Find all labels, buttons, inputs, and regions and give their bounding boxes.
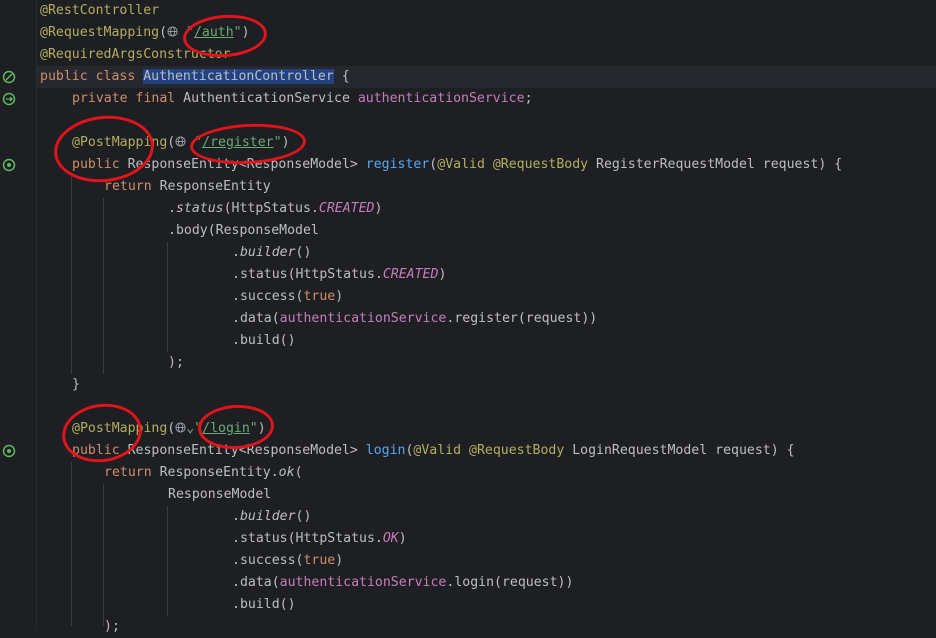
code-line[interactable]: .success(true) [232, 550, 343, 572]
endpoint-icon[interactable] [2, 158, 16, 172]
annotation: @PostMapping [72, 135, 168, 150]
indent-guide [167, 242, 168, 352]
code-line[interactable]: @RequiredArgsConstructor [40, 44, 231, 66]
globe-icon[interactable] [175, 422, 186, 433]
url-link[interactable]: /login [202, 421, 250, 436]
code-line[interactable]: .builder() [232, 506, 311, 528]
code-line[interactable]: ResponseModel [168, 484, 271, 506]
code-line[interactable]: public ResponseEntity<ResponseModel> reg… [72, 154, 842, 176]
annotation: @RequiredArgsConstructor [40, 47, 231, 62]
code-line[interactable]: ); [168, 352, 184, 374]
code-editor[interactable]: @RestController @RequestMapping( "/auth"… [0, 0, 936, 634]
gutter-divider [36, 0, 37, 626]
code-line[interactable]: return ResponseEntity.ok( [104, 462, 303, 484]
code-line[interactable]: private final AuthenticationService auth… [72, 88, 533, 110]
code-line[interactable]: .build() [232, 330, 296, 352]
indent-guide [71, 176, 72, 374]
code-line[interactable]: @PostMapping( "/register") [72, 132, 290, 154]
globe-icon[interactable] [175, 136, 186, 147]
code-line[interactable]: @RequestMapping( "/auth") [40, 22, 250, 44]
code-line[interactable]: return ResponseEntity [104, 176, 271, 198]
annotation: @RestController [40, 3, 160, 18]
code-line[interactable]: .body(ResponseModel [168, 220, 319, 242]
chevron-down-icon[interactable]: ⌄ [186, 421, 194, 436]
spring-bean-icon[interactable] [2, 70, 16, 84]
globe-icon[interactable] [167, 26, 178, 37]
code-line[interactable]: .status(HttpStatus.CREATED) [168, 198, 382, 220]
code-line[interactable]: .build() [232, 594, 296, 616]
spring-bean-icon[interactable] [2, 92, 16, 106]
indent-guide [71, 462, 72, 626]
indent-guide [167, 506, 168, 616]
url-link[interactable]: /auth [194, 25, 234, 40]
code-line[interactable]: .success(true) [232, 286, 343, 308]
code-line[interactable]: @PostMapping(⌄"/login") [72, 418, 266, 440]
code-line[interactable]: ); [104, 616, 120, 638]
indent-guide [103, 484, 104, 626]
annotation: @RequestMapping [40, 25, 160, 40]
code-line[interactable]: .builder() [232, 242, 311, 264]
annotation: @PostMapping [72, 421, 168, 436]
class-name[interactable]: AuthenticationController [143, 69, 334, 84]
code-line[interactable]: public class AuthenticationController { [40, 66, 350, 88]
code-line[interactable]: public ResponseEntity<ResponseModel> log… [72, 440, 795, 462]
code-line[interactable]: @RestController [40, 0, 159, 22]
endpoint-icon[interactable] [2, 444, 16, 458]
code-line[interactable]: .status(HttpStatus.OK) [232, 528, 407, 550]
code-line[interactable]: .data(authenticationService.register(req… [232, 308, 597, 330]
url-link[interactable]: /register [202, 135, 273, 150]
code-line[interactable]: } [72, 374, 80, 396]
code-line[interactable]: .data(authenticationService.login(reques… [232, 572, 573, 594]
indent-guide [103, 198, 104, 374]
code-line[interactable]: .status(HttpStatus.CREATED) [232, 264, 446, 286]
